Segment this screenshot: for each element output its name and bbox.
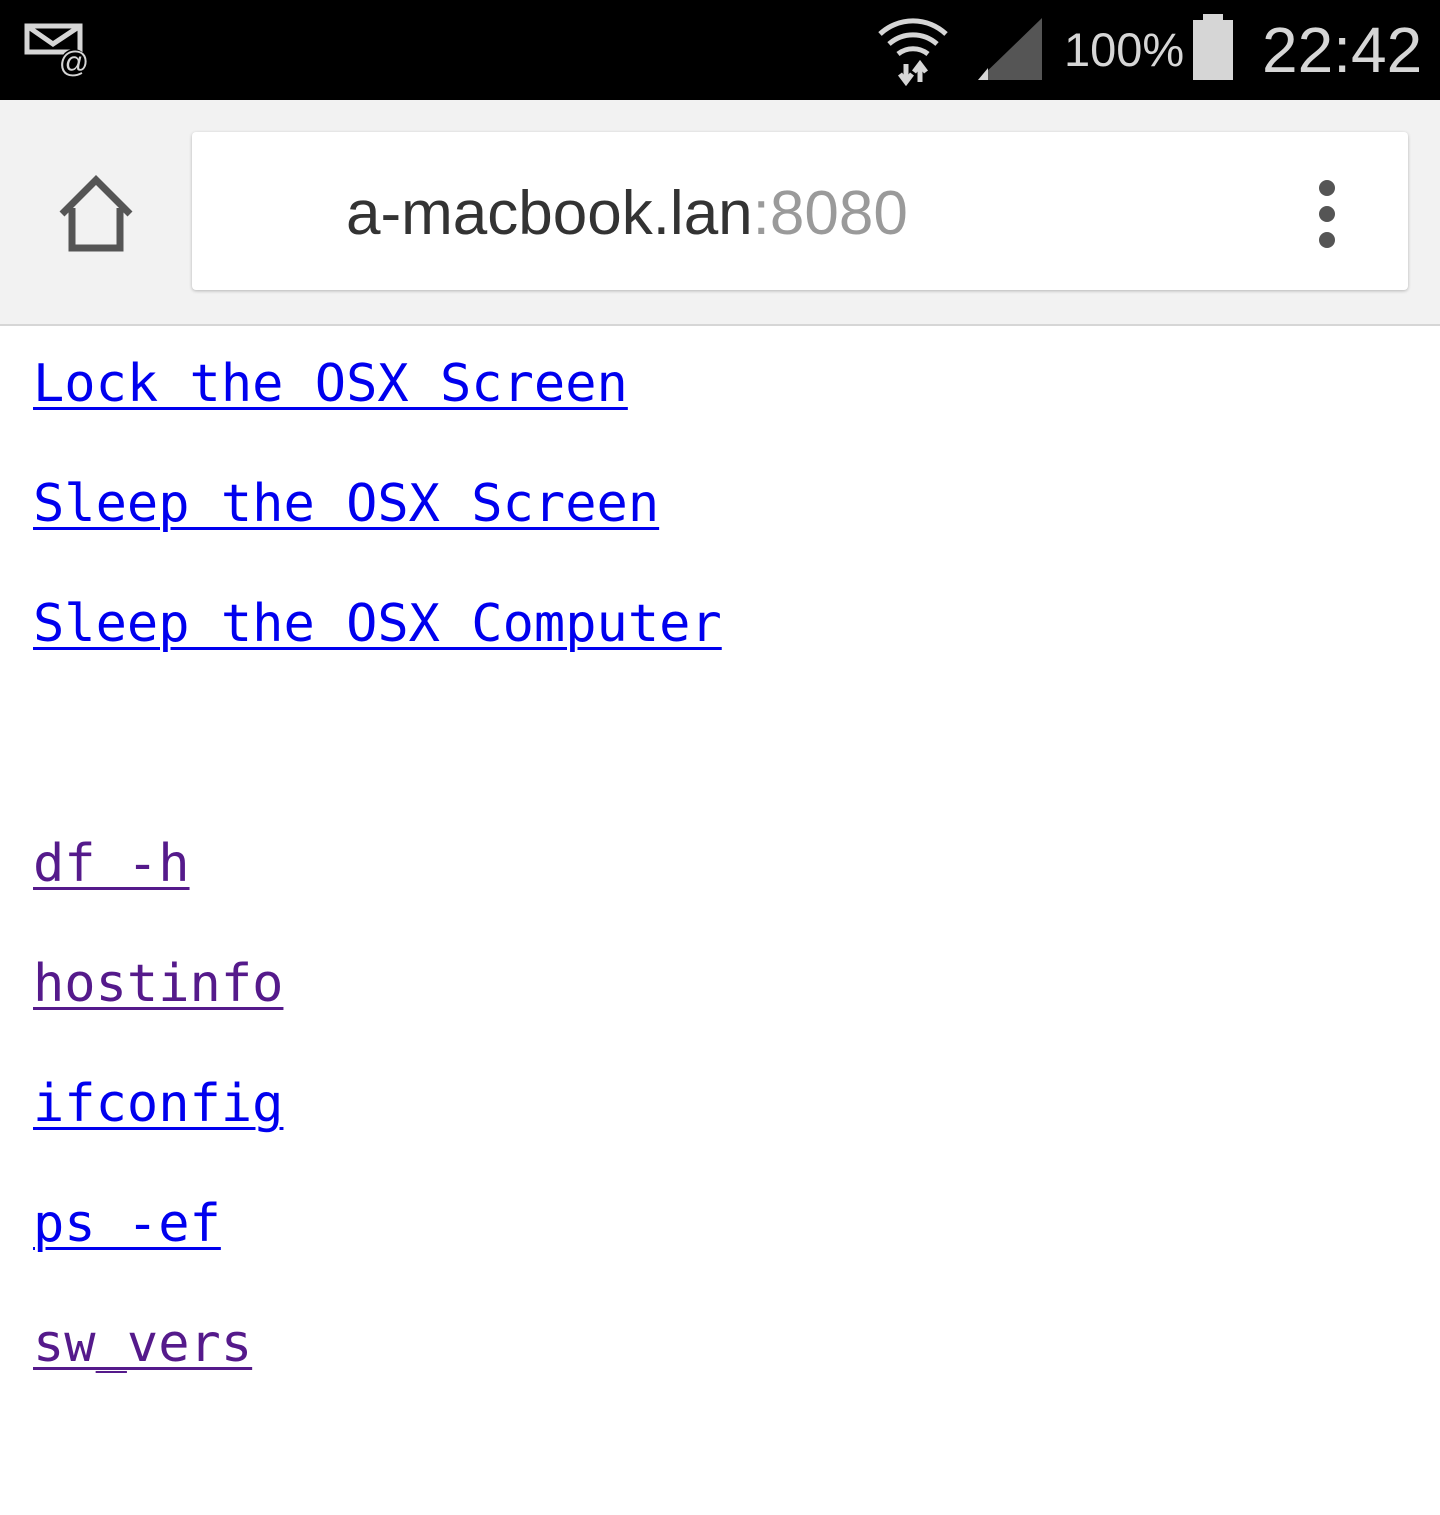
status-clock: 22:42 (1262, 14, 1423, 86)
url-port: :8080 (752, 179, 908, 248)
address-bar[interactable]: a-macbook.lan:8080 (192, 132, 1408, 290)
cell-signal-icon (978, 18, 1042, 80)
battery-percent: 100% (1064, 23, 1185, 76)
sleep-screen-link[interactable]: Sleep the OSX Screen (33, 474, 659, 534)
sw-vers-link[interactable]: sw_vers (33, 1314, 252, 1374)
wifi-data-icon (878, 18, 948, 86)
overflow-menu-icon[interactable] (1300, 176, 1340, 252)
sleep-computer-link[interactable]: Sleep the OSX Computer (33, 594, 722, 654)
mail-at-icon: @ (24, 23, 89, 79)
url-host: a-macbook.lan (346, 179, 753, 248)
home-icon[interactable] (50, 170, 142, 262)
svg-text:@: @ (59, 46, 89, 79)
hostinfo-link[interactable]: hostinfo (33, 954, 283, 1014)
status-bar: @ 100% 22:42 (0, 0, 1440, 100)
df-h-link[interactable]: df -h (33, 834, 190, 894)
lock-screen-link[interactable]: Lock the OSX Screen (33, 354, 628, 414)
ps-ef-link[interactable]: ps -ef (33, 1194, 221, 1254)
page-content: Lock the OSX Screen Sleep the OSX Screen… (0, 326, 1440, 1515)
url-display[interactable]: a-macbook.lan:8080 (346, 178, 908, 250)
browser-toolbar: a-macbook.lan:8080 (0, 100, 1440, 326)
ifconfig-link[interactable]: ifconfig (33, 1074, 283, 1134)
battery-icon (1193, 14, 1233, 80)
